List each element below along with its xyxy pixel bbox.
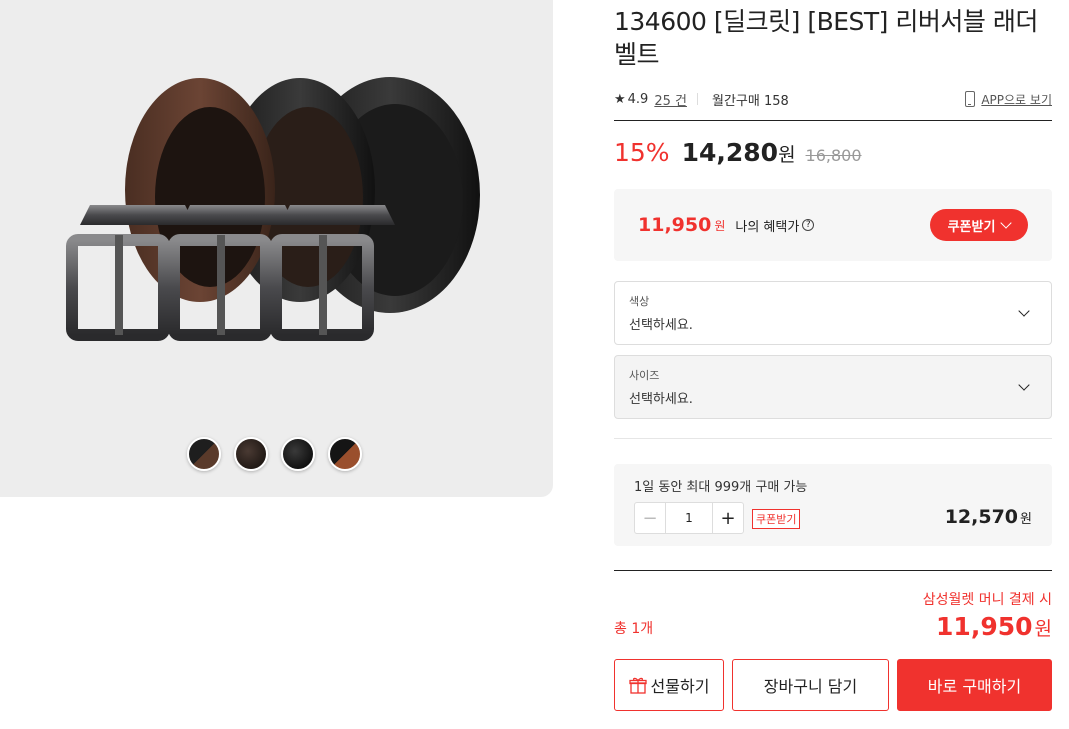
app-view-link[interactable]: APP으로 보기 bbox=[965, 91, 1052, 108]
increase-quantity-button[interactable]: + bbox=[712, 503, 743, 533]
app-view-label: APP으로 보기 bbox=[981, 92, 1052, 107]
cart-button-label: 장바구니 담기 bbox=[763, 677, 858, 696]
gift-button[interactable]: 선물하기 bbox=[614, 659, 724, 711]
price-row: 15% 14,280 원 16,800 bbox=[614, 138, 862, 167]
select-label: 색상 bbox=[629, 295, 650, 308]
divider bbox=[696, 93, 698, 105]
original-price: 16,800 bbox=[805, 146, 862, 165]
benefit-price-box: 11,950 원 나의 혜택가 ? 쿠폰받기 bbox=[614, 189, 1052, 261]
select-label: 사이즈 bbox=[629, 369, 660, 382]
gift-icon bbox=[628, 677, 647, 694]
color-swatches bbox=[187, 437, 362, 471]
currency-unit: 원 bbox=[714, 218, 726, 233]
mobile-phone-icon bbox=[965, 91, 976, 107]
color-select[interactable]: 색상 선택하세요. bbox=[614, 281, 1052, 345]
select-value: 선택하세요. bbox=[629, 318, 693, 333]
divider bbox=[614, 120, 1052, 121]
currency-unit: 원 bbox=[778, 144, 796, 166]
quantity-input[interactable] bbox=[666, 503, 712, 533]
swatch-thumbnail[interactable] bbox=[328, 437, 362, 471]
product-image bbox=[66, 77, 480, 341]
review-count-link[interactable]: 25 건 bbox=[654, 90, 687, 109]
sale-price: 14,280 bbox=[681, 138, 779, 167]
payment-note: 삼성월렛 머니 결제 시 bbox=[922, 592, 1052, 608]
decrease-quantity-button[interactable]: − bbox=[635, 503, 666, 533]
product-meta: ★ 4.9 25 건 월간구매 158 APP으로 보기 bbox=[614, 88, 1052, 110]
gift-button-label: 선물하기 bbox=[650, 677, 710, 696]
item-coupon-button[interactable]: 쿠폰받기 bbox=[752, 509, 801, 529]
total-price-value: 11,950 bbox=[936, 612, 1033, 641]
add-to-cart-button[interactable]: 장바구니 담기 bbox=[732, 659, 889, 711]
item-price-value: 12,570 bbox=[944, 506, 1019, 528]
benefit-label: 나의 혜택가 bbox=[735, 219, 800, 235]
product-title: 134600 [딜크릿] [BEST] 리버서블 래더 벨트 bbox=[614, 7, 1038, 69]
buy-button-label: 바로 구매하기 bbox=[927, 677, 1022, 696]
select-value: 선택하세요. bbox=[629, 392, 693, 407]
benefit-price: 11,950 bbox=[638, 214, 712, 236]
total-price: 11,950 원 bbox=[936, 612, 1052, 641]
size-select[interactable]: 사이즈 선택하세요. bbox=[614, 355, 1052, 419]
help-icon[interactable]: ? bbox=[802, 219, 815, 231]
quantity-box: 1일 동안 최대 999개 구매 가능 − + 쿠폰받기 12,570원 bbox=[614, 464, 1052, 546]
action-buttons: 선물하기 장바구니 담기 바로 구매하기 bbox=[614, 659, 1052, 711]
swatch-thumbnail[interactable] bbox=[187, 437, 221, 471]
chevron-down-icon bbox=[1000, 216, 1013, 229]
monthly-sales: 월간구매 158 bbox=[711, 93, 789, 109]
coupon-button[interactable]: 쿠폰받기 bbox=[930, 209, 1028, 241]
currency-unit: 원 bbox=[1034, 618, 1052, 640]
star-icon: ★ bbox=[614, 91, 626, 107]
buy-now-button[interactable]: 바로 구매하기 bbox=[897, 659, 1052, 711]
discount-rate: 15% bbox=[614, 138, 670, 167]
quantity-stepper: − + bbox=[634, 502, 744, 534]
product-image-gallery bbox=[0, 0, 553, 497]
purchase-limit-text: 1일 동안 최대 999개 구매 가능 bbox=[634, 480, 808, 495]
coupon-button-label: 쿠폰받기 bbox=[947, 219, 996, 235]
divider bbox=[614, 438, 1052, 439]
divider bbox=[614, 570, 1052, 571]
total-count: 총 1개 bbox=[614, 621, 654, 637]
rating-value: 4.9 bbox=[627, 91, 649, 107]
swatch-thumbnail[interactable] bbox=[281, 437, 315, 471]
swatch-thumbnail[interactable] bbox=[234, 437, 268, 471]
item-price: 12,570 원 bbox=[945, 506, 1032, 528]
currency-unit: 원 bbox=[1020, 512, 1032, 527]
